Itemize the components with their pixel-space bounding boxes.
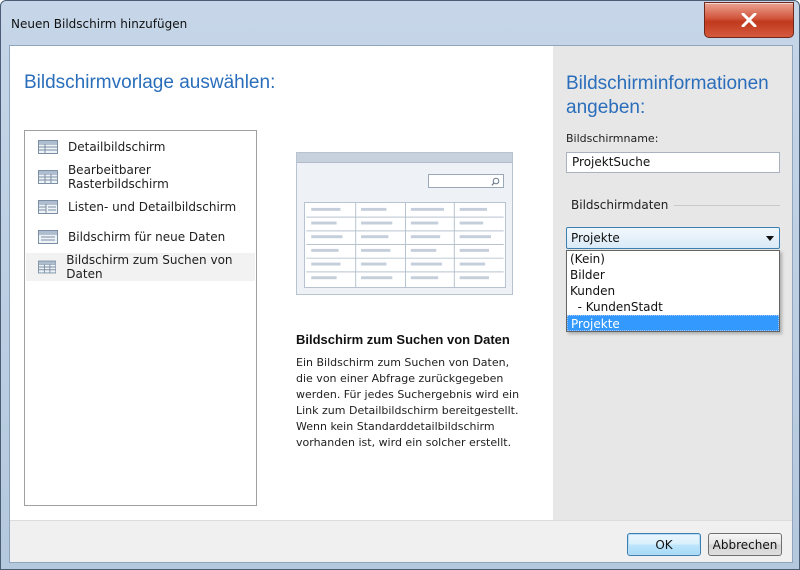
chevron-down-icon[interactable] (766, 236, 774, 241)
template-item-detail[interactable]: Detailbildschirm (26, 133, 255, 161)
screen-data-label: Bildschirmdaten (571, 198, 675, 212)
preview-title-bar (297, 153, 512, 163)
dialog-client: Bildschirmvorlage auswählen: Detailbilds… (9, 45, 793, 563)
cancel-button[interactable]: Abbrechen (708, 533, 782, 556)
dropdown-option-projekte[interactable]: Projekte (567, 315, 779, 331)
template-pane: Bildschirmvorlage auswählen: Detailbilds… (10, 46, 553, 520)
template-item-label: Bildschirm für neue Daten (68, 230, 226, 244)
screen-info-pane: Bildschirminformationen angeben: Bildsch… (553, 46, 792, 520)
window-title: Neuen Bildschirm hinzufügen (11, 17, 188, 31)
screen-data-dropdown[interactable]: (Kein) Bilder Kunden - KundenStadt Proje… (566, 250, 780, 332)
dropdown-option-none[interactable]: (Kein) (567, 251, 779, 267)
screen-name-label: Bildschirmname: (566, 132, 659, 145)
title-bar[interactable]: Neuen Bildschirm hinzufügen (1, 1, 799, 45)
dropdown-option-bilder[interactable]: Bilder (567, 267, 779, 283)
close-icon (741, 13, 757, 27)
dropdown-option-kunden[interactable]: Kunden (567, 283, 779, 299)
dialog-window: Neuen Bildschirm hinzufügen Bildschirmvo… (0, 0, 800, 570)
template-list[interactable]: Detailbildschirm Bearbeitbarer Rasterbil… (24, 130, 257, 506)
template-preview (296, 152, 513, 295)
screen-info-heading: Bildschirminformationen angeben: (566, 73, 769, 118)
grid-template-icon (38, 260, 57, 274)
template-item-search-data[interactable]: Bildschirm zum Suchen von Daten (26, 253, 255, 281)
search-icon (491, 177, 500, 186)
grid-template-icon (38, 230, 58, 244)
grid-template-icon (38, 170, 58, 184)
grid-template-icon (38, 200, 58, 214)
template-item-label: Bearbeitbarer Rasterbildschirm (67, 163, 169, 191)
template-description-title: Bildschirm zum Suchen von Daten (296, 332, 510, 347)
template-item-new-data[interactable]: Bildschirm für neue Daten (26, 223, 255, 251)
template-item-label: Listen- und Detailbildschirm (68, 200, 237, 214)
screen-data-selected: Projekte (571, 231, 620, 245)
template-description: Ein Bildschirm zum Suchen von Daten, die… (296, 356, 520, 449)
template-item-label: Detailbildschirm (68, 140, 166, 154)
screen-data-combobox[interactable]: Projekte (566, 227, 780, 249)
template-item-list-detail[interactable]: Listen- und Detailbildschirm (26, 193, 255, 221)
dialog-footer: OK Abbrechen (10, 520, 792, 562)
grid-template-icon (38, 140, 58, 154)
preview-results-grid (304, 202, 506, 288)
ok-button[interactable]: OK (627, 533, 701, 556)
close-button[interactable] (704, 2, 794, 38)
preview-search-box (428, 174, 504, 188)
template-item-label: Bildschirm zum Suchen von Daten (66, 253, 233, 281)
screen-name-input[interactable]: ProjektSuche (566, 152, 780, 173)
template-heading: Bildschirmvorlage auswählen: (24, 72, 276, 93)
template-item-editable-grid[interactable]: Bearbeitbarer Rasterbildschirm (26, 163, 255, 191)
dropdown-option-kundenstadt[interactable]: - KundenStadt (567, 299, 779, 315)
group-divider (668, 205, 780, 206)
